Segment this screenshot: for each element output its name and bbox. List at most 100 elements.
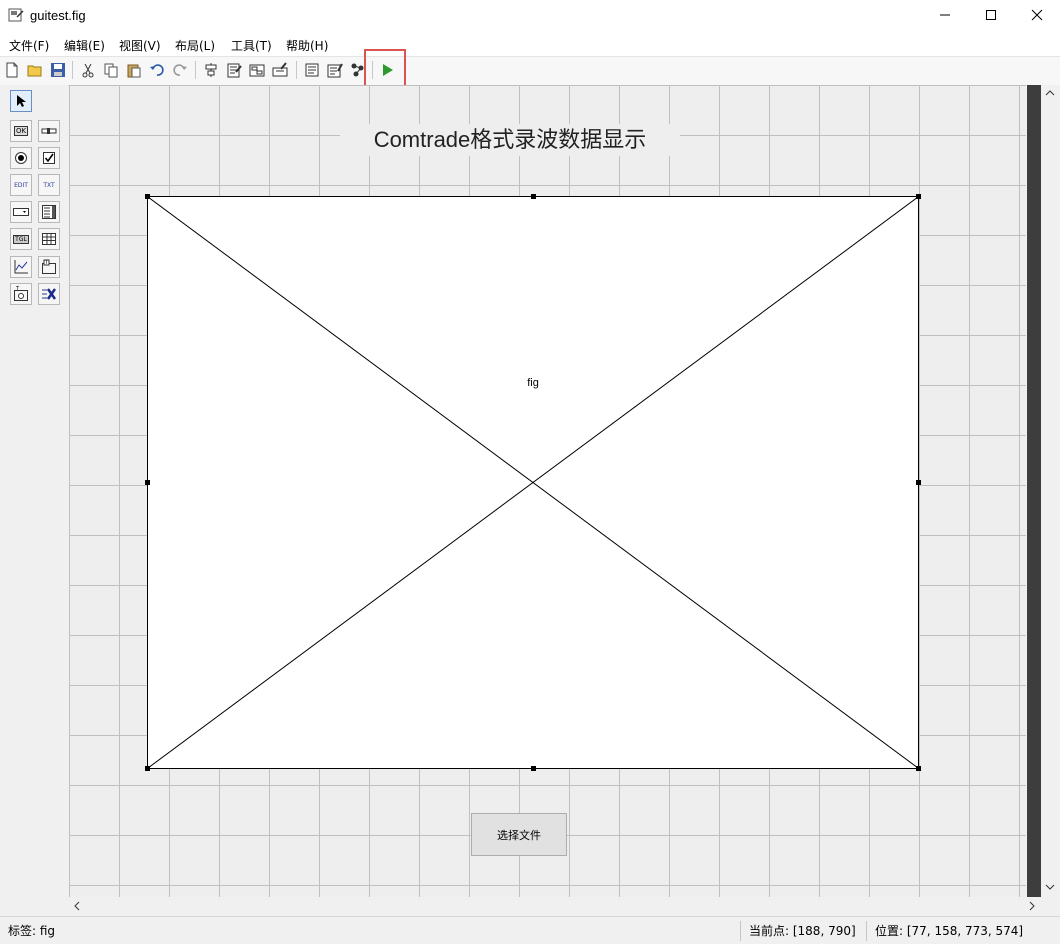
menu-edit[interactable]: 编辑(E) bbox=[64, 37, 105, 54]
menu-editor-button[interactable] bbox=[224, 60, 244, 80]
cut-icon bbox=[82, 63, 94, 78]
toolbar bbox=[0, 56, 1060, 86]
axes-tag-label: fig bbox=[527, 377, 539, 389]
pointer-arrow-icon bbox=[17, 95, 26, 107]
scroll-right-icon[interactable] bbox=[1028, 901, 1036, 911]
checkbox-tool[interactable] bbox=[38, 147, 60, 169]
axes-component[interactable]: fig bbox=[147, 196, 919, 769]
resize-handle-ml[interactable] bbox=[145, 480, 150, 485]
scroll-down-icon[interactable] bbox=[1045, 883, 1055, 891]
checkbox-icon bbox=[43, 152, 55, 164]
open-button[interactable] bbox=[25, 60, 45, 80]
toolbar-editor-icon bbox=[272, 62, 288, 77]
button-group-icon: T bbox=[14, 286, 28, 301]
menu-file[interactable]: 文件(F) bbox=[9, 37, 49, 54]
align-icon bbox=[205, 63, 217, 77]
static-text-icon: TXT bbox=[43, 181, 55, 189]
status-current-point: 当前点: [188, 790] bbox=[740, 921, 856, 941]
menu-editor-icon bbox=[227, 63, 242, 78]
edit-text-tool[interactable]: EDIT bbox=[10, 174, 32, 196]
popup-menu-tool[interactable] bbox=[10, 201, 32, 223]
close-icon bbox=[1031, 9, 1043, 21]
panel-tool[interactable]: T bbox=[38, 256, 60, 278]
redo-icon bbox=[173, 64, 187, 76]
vertical-scrollbar-track bbox=[1027, 85, 1041, 897]
slider-tool[interactable] bbox=[38, 120, 60, 142]
scroll-left-icon[interactable] bbox=[73, 901, 81, 911]
axes-placeholder-cross-icon bbox=[148, 197, 918, 768]
menu-layout[interactable]: 布局(L) bbox=[175, 37, 215, 54]
radio-button-icon bbox=[15, 152, 27, 164]
save-icon bbox=[51, 63, 65, 77]
open-folder-icon bbox=[27, 65, 42, 77]
paste-button[interactable] bbox=[124, 60, 144, 80]
listbox-icon bbox=[42, 205, 56, 219]
status-tag: 标签: fig bbox=[8, 924, 56, 938]
property-inspector-button[interactable] bbox=[325, 60, 345, 80]
ok-icon: OK bbox=[13, 126, 29, 136]
select-file-button[interactable]: 选择文件 bbox=[471, 813, 567, 856]
svg-text:T: T bbox=[15, 286, 20, 292]
new-file-button[interactable] bbox=[2, 60, 22, 80]
radio-button-tool[interactable] bbox=[10, 147, 32, 169]
axes-icon bbox=[14, 260, 28, 274]
resize-handle-mr[interactable] bbox=[916, 480, 921, 485]
new-file-icon bbox=[6, 62, 18, 78]
panel-icon: T bbox=[42, 259, 56, 274]
toolbar-editor-button[interactable] bbox=[270, 60, 290, 80]
toggle-button-tool[interactable]: TGL bbox=[10, 228, 32, 250]
resize-handle-tl[interactable] bbox=[145, 194, 150, 199]
mfile-editor-icon bbox=[305, 63, 319, 77]
edit-text-icon: EDIT bbox=[14, 181, 28, 189]
listbox-tool[interactable] bbox=[38, 201, 60, 223]
window-title: guitest.fig bbox=[30, 8, 86, 23]
scroll-up-icon[interactable] bbox=[1045, 89, 1055, 97]
menu-view[interactable]: 视图(V) bbox=[119, 37, 161, 54]
vertical-scrollbar[interactable] bbox=[1026, 85, 1060, 897]
table-icon bbox=[42, 233, 56, 245]
horizontal-scrollbar[interactable] bbox=[69, 897, 1042, 914]
copy-button[interactable] bbox=[101, 60, 121, 80]
menu-help[interactable]: 帮助(H) bbox=[286, 37, 328, 54]
resize-handle-bm[interactable] bbox=[531, 766, 536, 771]
push-button-tool[interactable]: OK bbox=[10, 120, 32, 142]
resize-handle-tr[interactable] bbox=[916, 194, 921, 199]
resize-handle-tm[interactable] bbox=[531, 194, 536, 199]
resize-handle-bl[interactable] bbox=[145, 766, 150, 771]
guide-app-icon bbox=[8, 8, 24, 22]
select-file-button-label: 选择文件 bbox=[497, 828, 541, 842]
static-text-tool[interactable]: TXT bbox=[38, 174, 60, 196]
copy-icon bbox=[104, 63, 118, 78]
undo-icon bbox=[150, 64, 164, 76]
minimize-icon bbox=[940, 14, 950, 16]
toggle-button-icon: TGL bbox=[13, 234, 29, 244]
component-palette: OK EDIT TXT TGL T T bbox=[0, 85, 68, 897]
align-objects-button[interactable] bbox=[201, 60, 221, 80]
redo-button[interactable] bbox=[170, 60, 190, 80]
status-position: 位置: [77, 158, 773, 574] bbox=[866, 921, 1023, 941]
figure-title-text[interactable]: Comtrade格式录波数据显示 bbox=[340, 124, 680, 156]
save-button[interactable] bbox=[48, 60, 68, 80]
tab-order-button[interactable] bbox=[247, 60, 267, 80]
tab-order-icon bbox=[249, 64, 265, 77]
undo-button[interactable] bbox=[147, 60, 167, 80]
popup-menu-icon bbox=[13, 208, 29, 216]
activex-tool[interactable] bbox=[38, 283, 60, 305]
minimize-button[interactable] bbox=[922, 0, 968, 30]
property-inspector-icon bbox=[327, 63, 343, 78]
paste-icon bbox=[127, 64, 141, 78]
menu-bar: 文件(F) 编辑(E) 视图(V) 布局(L) 工具(T) 帮助(H) bbox=[0, 32, 1060, 56]
menu-tools[interactable]: 工具(T) bbox=[231, 37, 272, 54]
close-button[interactable] bbox=[1014, 0, 1060, 30]
figure-title-label: Comtrade格式录波数据显示 bbox=[373, 127, 647, 152]
axes-tool[interactable] bbox=[10, 256, 32, 278]
editor-button[interactable] bbox=[302, 60, 322, 80]
resize-handle-br[interactable] bbox=[916, 766, 921, 771]
slider-icon bbox=[41, 128, 57, 134]
table-tool[interactable] bbox=[38, 228, 60, 250]
activex-icon bbox=[42, 288, 57, 300]
select-tool[interactable] bbox=[10, 90, 32, 112]
cut-button[interactable] bbox=[78, 60, 98, 80]
maximize-button[interactable] bbox=[968, 0, 1014, 30]
button-group-tool[interactable]: T bbox=[10, 283, 32, 305]
